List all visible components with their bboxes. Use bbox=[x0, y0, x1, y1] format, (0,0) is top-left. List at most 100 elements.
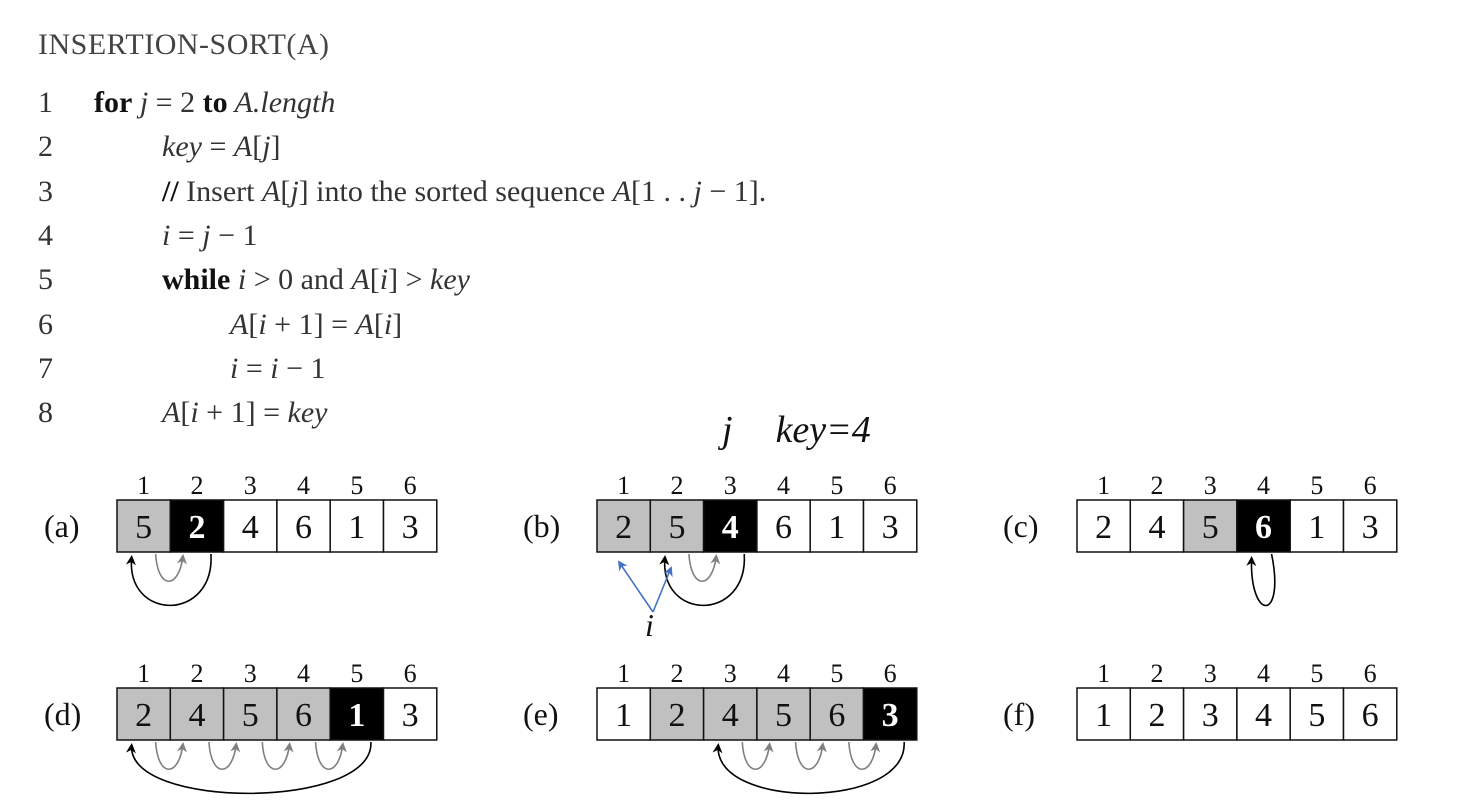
panel-label: (b) bbox=[523, 508, 560, 544]
index-label: 2 bbox=[670, 659, 683, 688]
index-label: 1 bbox=[1097, 471, 1110, 500]
index-label: 6 bbox=[1364, 471, 1377, 500]
index-label: 3 bbox=[724, 471, 737, 500]
index-label: 4 bbox=[1257, 659, 1270, 688]
i-pointer-label: i bbox=[645, 607, 654, 643]
index-label: 3 bbox=[244, 471, 257, 500]
index-label: 2 bbox=[670, 471, 683, 500]
cell-value: 2 bbox=[1148, 697, 1165, 734]
insertion-sort-steps-diagram: (a)1 2 3 4 5 65 2 4 6 1 3 (b)1 2 3 4 5 62 5 4 6 1 3i(c)1 2 3 4 5 6… bbox=[44, 471, 1398, 795]
insert-key-arrow bbox=[659, 553, 746, 607]
cell-value: 5 bbox=[135, 509, 152, 546]
index-label: 1 bbox=[617, 659, 630, 688]
panel-label: (f) bbox=[1003, 696, 1035, 732]
index-label: 5 bbox=[350, 471, 363, 500]
array-panel-f: (f)1 2 3 4 5 61 2 3 4 5 6 bbox=[1003, 659, 1398, 741]
insert-key-arrow bbox=[125, 553, 212, 607]
index-label: 1 bbox=[137, 659, 150, 688]
cell-value: 3 bbox=[402, 509, 419, 546]
index-label: 6 bbox=[1364, 659, 1377, 688]
shift-arrow bbox=[794, 741, 827, 771]
index-label: 1 bbox=[617, 471, 630, 500]
cell-value: 1 bbox=[348, 697, 365, 734]
index-label: 5 bbox=[1310, 471, 1323, 500]
cell-value: 2 bbox=[188, 509, 205, 546]
shift-arrow bbox=[154, 553, 187, 583]
cell-value: 4 bbox=[1148, 509, 1165, 546]
index-label: 2 bbox=[190, 659, 203, 688]
shift-arrow bbox=[848, 741, 881, 771]
cell-value: 3 bbox=[882, 697, 899, 734]
index-label: 1 bbox=[1097, 659, 1110, 688]
panel-label: (d) bbox=[44, 696, 81, 732]
index-label: 6 bbox=[884, 659, 897, 688]
index-label: 3 bbox=[1204, 471, 1217, 500]
index-label: 4 bbox=[297, 471, 310, 500]
cell-value: 3 bbox=[882, 509, 899, 546]
index-label: 3 bbox=[1204, 659, 1217, 688]
cell-value: 6 bbox=[828, 697, 845, 734]
index-label: 4 bbox=[777, 471, 790, 500]
panel-label: (e) bbox=[523, 696, 559, 732]
shift-arrow bbox=[688, 553, 721, 583]
cell-value: 6 bbox=[295, 697, 312, 734]
cell-value: 1 bbox=[828, 509, 845, 546]
index-label: 1 bbox=[137, 471, 150, 500]
i-pointer-arrow bbox=[652, 566, 673, 613]
index-label: 5 bbox=[830, 471, 843, 500]
cell-value: 5 bbox=[668, 509, 685, 546]
cell-value: 4 bbox=[188, 697, 205, 734]
cell-value: 4 bbox=[722, 509, 739, 546]
array-panel-c: (c)1 2 3 4 5 62 4 5 6 1 3 bbox=[1003, 471, 1398, 607]
index-label: 6 bbox=[404, 471, 417, 500]
array-panel-b: (b)1 2 3 4 5 62 5 4 6 1 3i bbox=[523, 471, 918, 643]
array-panel-a: (a)1 2 3 4 5 65 2 4 6 1 3 bbox=[44, 471, 438, 607]
cell-value: 6 bbox=[295, 509, 312, 546]
cell-value: 3 bbox=[1202, 697, 1219, 734]
cell-value: 2 bbox=[135, 697, 152, 734]
index-label: 5 bbox=[350, 659, 363, 688]
cell-value: 5 bbox=[775, 697, 792, 734]
cell-value: 5 bbox=[1308, 697, 1325, 734]
insert-key-arrow bbox=[1246, 553, 1276, 607]
cell-value: 4 bbox=[722, 697, 739, 734]
array-panel-e: (e)1 2 3 4 5 61 2 4 5 6 3 bbox=[523, 659, 918, 795]
cell-value: 2 bbox=[615, 509, 632, 546]
cell-value: 5 bbox=[1202, 509, 1219, 546]
index-label: 4 bbox=[1257, 471, 1270, 500]
index-label: 3 bbox=[244, 659, 257, 688]
panel-label: (a) bbox=[44, 508, 80, 544]
cell-value: 6 bbox=[775, 509, 792, 546]
index-label: 6 bbox=[884, 471, 897, 500]
shift-arrow bbox=[741, 741, 774, 771]
insert-key-arrow bbox=[712, 741, 905, 795]
cell-value: 2 bbox=[668, 697, 685, 734]
index-label: 3 bbox=[724, 659, 737, 688]
shift-arrow bbox=[208, 741, 241, 771]
shift-arrow bbox=[154, 741, 187, 771]
cell-value: 3 bbox=[1362, 509, 1379, 546]
index-label: 2 bbox=[1150, 659, 1163, 688]
index-label: 2 bbox=[190, 471, 203, 500]
cell-value: 2 bbox=[1095, 509, 1112, 546]
cell-value: 1 bbox=[348, 509, 365, 546]
index-label: 5 bbox=[1310, 659, 1323, 688]
array-panel-d: (d)1 2 3 4 5 62 4 5 6 1 3 bbox=[44, 659, 438, 795]
index-label: 6 bbox=[404, 659, 417, 688]
cell-value: 1 bbox=[1308, 509, 1325, 546]
index-label: 4 bbox=[777, 659, 790, 688]
cell-value: 4 bbox=[1255, 697, 1272, 734]
cell-value: 6 bbox=[1255, 509, 1272, 546]
panel-label: (c) bbox=[1003, 508, 1039, 544]
index-label: 2 bbox=[1150, 471, 1163, 500]
cell-value: 6 bbox=[1362, 697, 1379, 734]
cell-value: 3 bbox=[402, 697, 419, 734]
index-label: 5 bbox=[830, 659, 843, 688]
cell-value: 4 bbox=[242, 509, 259, 546]
index-label: 4 bbox=[297, 659, 310, 688]
shift-arrow bbox=[314, 741, 347, 771]
cell-value: 1 bbox=[1095, 697, 1112, 734]
insert-key-arrow bbox=[125, 741, 372, 795]
cell-value: 1 bbox=[615, 697, 632, 734]
shift-arrow bbox=[261, 741, 294, 771]
